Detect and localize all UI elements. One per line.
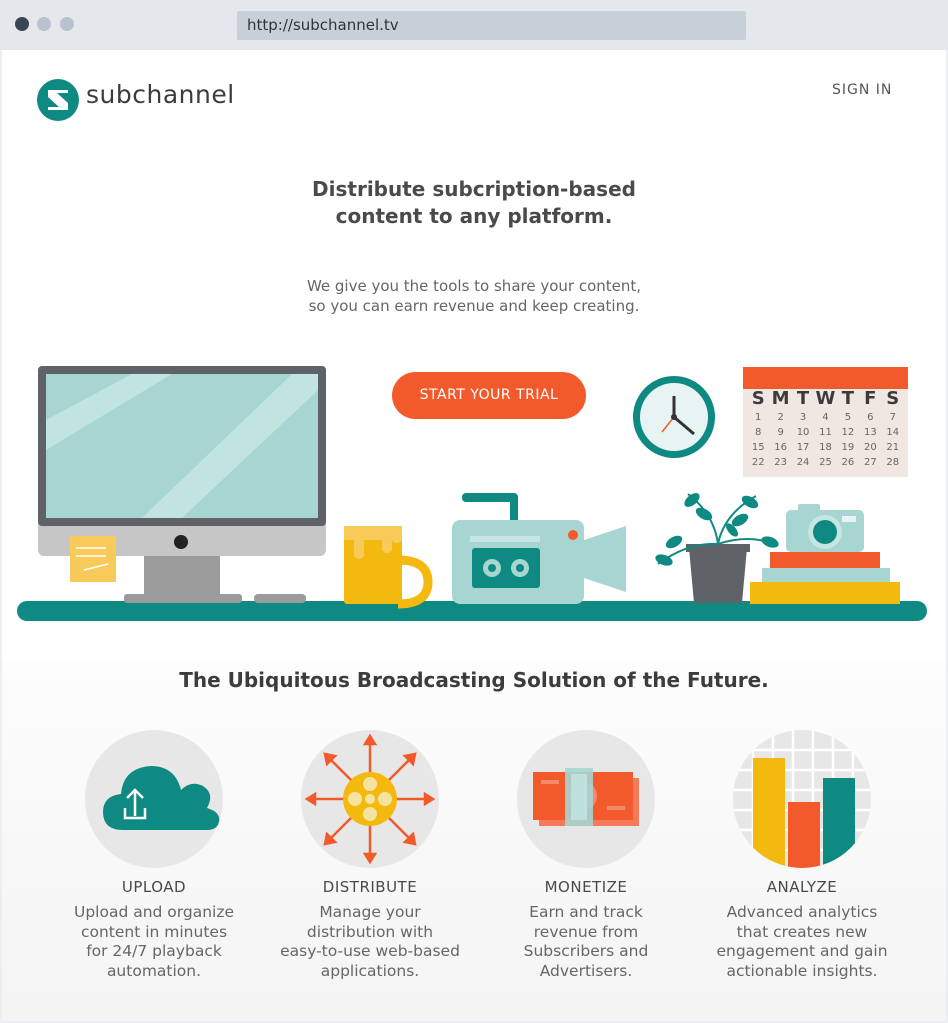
calendar-widget: SMTWTFS 1 2 3 4 5 6 7 8 9 10 11 12 13 14 15 16 17 18 19 20 2… xyxy=(743,367,908,477)
desc-line: Earn and track xyxy=(529,903,643,921)
calendar-weekday: S xyxy=(751,388,765,409)
calendar-date: 17 xyxy=(796,442,810,453)
photo-camera-icon xyxy=(786,504,864,552)
sign-in-link[interactable]: SIGN IN xyxy=(832,82,922,98)
calendar-date: 8 xyxy=(755,427,762,438)
calendar-date: 26 xyxy=(841,457,855,468)
calendar-date: 11 xyxy=(819,427,832,438)
calendar-dates: 1 2 3 4 5 6 7 8 9 10 11 12 13 14 15 16 17 18 19 20 21 22 23 24 2… xyxy=(743,409,908,472)
calendar-date: 25 xyxy=(819,457,832,468)
feature-title: UPLOAD xyxy=(121,878,187,896)
desc-line: content in minutes xyxy=(80,922,228,941)
clock-icon xyxy=(633,376,715,458)
desc-line: for 24/7 playback xyxy=(86,942,222,960)
feature-title: MONETIZE xyxy=(544,878,628,896)
headline-line-1: Distribute subcription-based xyxy=(312,177,636,201)
feature-description: Manage your distribution with easy-to-us… xyxy=(260,903,480,981)
page: subchannel SIGN IN Distribute subcriptio… xyxy=(2,50,946,1021)
calendar-weekday: S xyxy=(886,388,900,409)
calendar-date: 15 xyxy=(751,442,765,453)
desc-line: Manage your xyxy=(319,903,421,921)
calendar-weekday: W xyxy=(815,388,836,409)
feature-description: Advanced analytics that creates new enga… xyxy=(692,903,912,981)
calendar-date: 18 xyxy=(819,442,832,453)
calendar-date: 21 xyxy=(886,442,900,453)
desc-line: automation. xyxy=(106,961,202,980)
feature-description: Upload and organize content in minutes f… xyxy=(44,903,264,981)
calendar-date: 22 xyxy=(751,457,765,468)
features-title: The Ubiquitous Broadcasting Solution of … xyxy=(179,668,769,692)
calendar-date: 1 xyxy=(755,412,762,423)
calendar-weekday: T xyxy=(796,388,810,409)
film-reel-icon xyxy=(301,730,439,868)
feature-description: Earn and track revenue from Subscribers … xyxy=(476,903,696,981)
calendar-date: 14 xyxy=(886,427,900,438)
calendar-date: 2 xyxy=(777,412,784,423)
video-camera-icon xyxy=(452,493,626,604)
cloud-upload-icon xyxy=(85,730,223,868)
brand-name[interactable]: subchannel xyxy=(86,80,235,109)
desc-line: Advanced analytics xyxy=(726,903,878,921)
calendar-weekday: T xyxy=(841,388,855,409)
calendar-weekdays: SMTWTFS xyxy=(743,389,908,409)
calendar-date: 5 xyxy=(844,412,852,423)
calendar-date: 4 xyxy=(822,412,829,423)
desc-line: Advertisers. xyxy=(539,961,633,980)
minimize-window-button[interactable] xyxy=(37,17,51,31)
hero-subheadline: We give you the tools to share your cont… xyxy=(2,276,946,316)
feature-monetize: MONETIZE Earn and track revenue from Sub… xyxy=(476,730,696,981)
start-trial-button[interactable]: START YOUR TRIAL xyxy=(392,372,586,419)
desc-line: distribution with xyxy=(306,922,434,941)
bar-chart-icon xyxy=(733,730,871,868)
calendar-date: 13 xyxy=(863,427,877,438)
feature-title: DISTRIBUTE xyxy=(322,878,418,896)
desc-line: actionable insights. xyxy=(726,961,878,980)
calendar-date: 24 xyxy=(796,457,810,468)
browser-chrome: http://subchannel.tv xyxy=(0,0,948,50)
maximize-window-button[interactable] xyxy=(60,17,74,31)
calendar-date: 28 xyxy=(886,457,900,468)
desc-line: that creates new xyxy=(736,922,868,941)
calendar-date: 27 xyxy=(863,457,877,468)
calendar-header xyxy=(743,367,908,389)
feature-analyze: ANALYZE Advanced analytics that creates … xyxy=(692,730,912,981)
calendar-date: 16 xyxy=(774,442,787,453)
calendar-date: 9 xyxy=(777,427,784,438)
calendar-date: 3 xyxy=(799,412,807,423)
money-icon xyxy=(517,730,655,868)
subheadline-line-2: so you can earn revenue and keep creatin… xyxy=(308,297,640,315)
calendar-date: 23 xyxy=(774,457,787,468)
books-icon xyxy=(750,552,900,604)
calendar-date: 7 xyxy=(889,412,896,423)
desc-line: Upload and organize xyxy=(73,903,235,921)
calendar-date: 20 xyxy=(863,442,877,453)
address-bar[interactable]: http://subchannel.tv xyxy=(237,11,746,40)
calendar-weekday: F xyxy=(864,388,877,409)
feature-title: ANALYZE xyxy=(766,878,838,896)
feature-upload: UPLOAD Upload and organize content in mi… xyxy=(44,730,264,981)
calendar-date: 12 xyxy=(841,427,855,438)
desc-line: applications. xyxy=(320,961,420,980)
desc-line: Subscribers and xyxy=(523,942,649,960)
sticky-note-icon xyxy=(70,536,116,582)
mug-icon xyxy=(344,526,433,609)
calendar-date: 6 xyxy=(867,412,874,423)
calendar-date: 10 xyxy=(796,427,810,438)
feature-distribute: DISTRIBUTE Manage your distribution with… xyxy=(260,730,480,981)
calendar-weekday: M xyxy=(771,388,790,409)
subchannel-logo-icon[interactable] xyxy=(37,79,79,121)
hero-headline: Distribute subcription-based content to … xyxy=(2,176,946,230)
desc-line: easy-to-use web-based xyxy=(280,942,460,960)
subheadline-line-1: We give you the tools to share your cont… xyxy=(306,277,642,295)
headline-line-2: content to any platform. xyxy=(335,204,613,228)
calendar-date: 19 xyxy=(841,442,855,453)
close-window-button[interactable] xyxy=(15,17,29,31)
desc-line: engagement and gain xyxy=(716,942,888,960)
desc-line: revenue from xyxy=(533,922,639,941)
